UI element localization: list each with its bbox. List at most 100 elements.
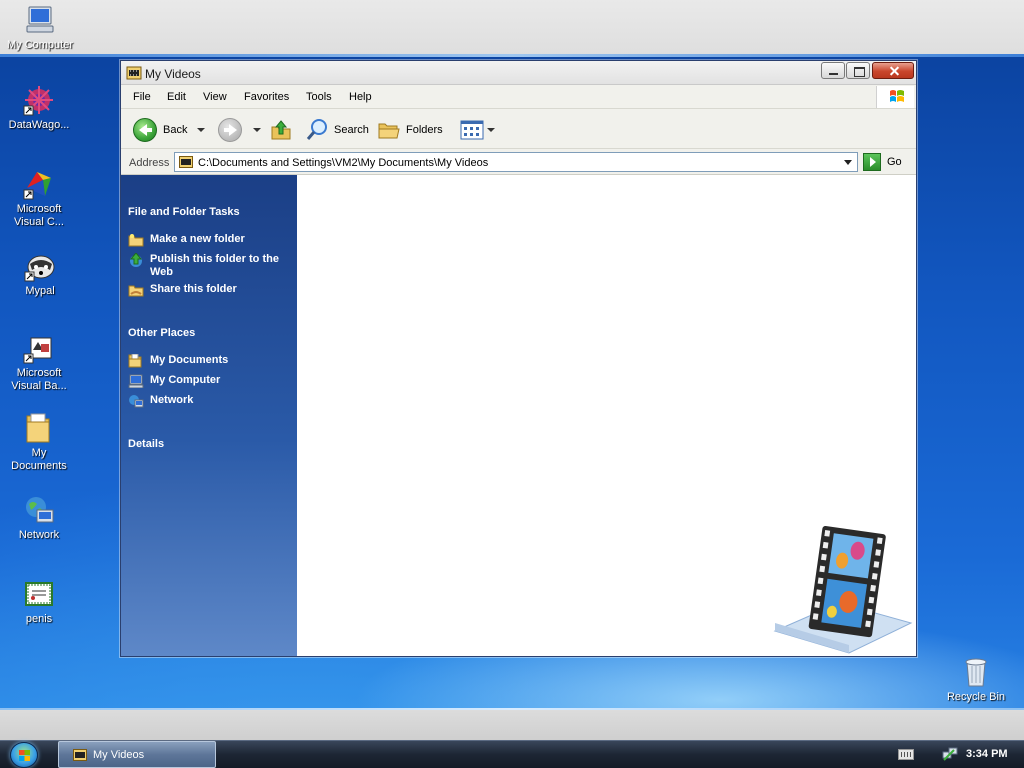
windows-logo	[876, 86, 914, 108]
folders-button[interactable]: Folders	[377, 117, 443, 143]
desktop-icon-visual-basic[interactable]: Microsoft Visual Ba...	[1, 332, 77, 393]
back-label: Back	[163, 124, 188, 136]
details-heading[interactable]: Details	[128, 438, 164, 450]
address-dropdown[interactable]	[841, 155, 855, 169]
back-arrow-icon	[133, 118, 157, 142]
desktop-icon-label: DataWago...	[8, 119, 70, 131]
place-my-documents[interactable]: My Documents	[128, 354, 293, 368]
place-network[interactable]: Network	[128, 394, 293, 408]
desktop-icon-visual-c[interactable]: Microsoft Visual C...	[1, 168, 77, 229]
address-input[interactable]: C:\Documents and Settings\VM2\My Documen…	[174, 152, 858, 172]
publish-web-icon	[129, 253, 143, 267]
back-history-dropdown[interactable]	[197, 117, 205, 143]
address-bar: Address C:\Documents and Settings\VM2\My…	[121, 149, 916, 175]
task-publish-folder[interactable]: Publish this folder to the Web	[128, 253, 293, 279]
desktop-icon-label: My Documents	[11, 447, 67, 472]
menu-favorites[interactable]: Favorites	[244, 91, 289, 103]
desktop-icon-recycle-bin[interactable]: Recycle Bin	[937, 656, 1015, 704]
other-places-heading[interactable]: Other Places	[128, 327, 195, 339]
network-icon	[129, 395, 144, 408]
up-folder-button[interactable]	[269, 117, 293, 143]
film-folder-icon	[179, 156, 193, 168]
task-pane: File and Folder Tasks Make a new folder …	[121, 175, 297, 656]
search-label: Search	[334, 124, 369, 136]
explorer-window[interactable]: My Videos File Edit View Favorites Tools…	[120, 60, 917, 657]
my-videos-watermark-icon	[773, 526, 913, 654]
file-folder-tasks-heading[interactable]: File and Folder Tasks	[128, 206, 240, 218]
chevron-down-icon	[197, 128, 205, 132]
folder-content-area[interactable]	[297, 175, 916, 656]
task-label: Share this folder	[150, 283, 237, 295]
taskbar: My Videos 3:34 PM	[0, 740, 1024, 768]
menu-view[interactable]: View	[203, 91, 227, 103]
forward-button[interactable]	[218, 117, 242, 143]
desktop-icon-penis[interactable]: penis	[1, 578, 77, 626]
go-label: Go	[887, 156, 902, 168]
desktop-icon-label: Network	[18, 529, 60, 541]
visual-basic-icon	[23, 332, 55, 364]
toolbar: Back Search Folders	[121, 109, 916, 149]
go-arrow-icon	[863, 153, 881, 171]
desktop-icon-label: Mypal	[25, 285, 55, 297]
start-button[interactable]	[10, 742, 38, 768]
desktop-icon-network[interactable]: Network	[1, 494, 77, 542]
place-my-computer[interactable]: My Computer	[128, 374, 293, 388]
document-icon	[23, 578, 55, 610]
search-button[interactable]: Search	[305, 117, 369, 143]
address-label: Address	[129, 157, 170, 169]
mypal-icon	[24, 250, 56, 282]
windows-flag-icon	[890, 90, 904, 102]
forward-history-dropdown[interactable]	[253, 117, 261, 143]
taskbar-button-label: My Videos	[93, 748, 145, 761]
network-tray-icon[interactable]	[942, 746, 958, 762]
desktop-icon-mypal[interactable]: Mypal	[2, 250, 78, 298]
computer-icon	[24, 4, 56, 36]
recycle-bin-icon	[960, 656, 992, 688]
datawagon-icon	[23, 84, 55, 116]
menu-bar: File Edit View Favorites Tools Help	[121, 85, 916, 109]
taskbar-button-my-videos[interactable]: My Videos	[58, 741, 216, 768]
desktop-icon-my-computer[interactable]: My Computer	[2, 4, 78, 52]
my-computer-icon	[128, 374, 144, 388]
system-clock[interactable]: 3:34 PM	[966, 748, 1008, 760]
chevron-down-icon	[253, 128, 261, 132]
film-folder-icon	[126, 66, 142, 80]
up-folder-icon	[271, 120, 291, 140]
place-label: Network	[150, 394, 194, 406]
desktop-top-band	[0, 0, 1024, 56]
task-label: Make a new folder	[150, 233, 245, 245]
network-icon	[23, 494, 55, 526]
menu-help[interactable]: Help	[349, 91, 372, 103]
place-label: My Computer	[150, 374, 221, 386]
desktop-icon-label: Recycle Bin	[946, 691, 1006, 703]
task-make-new-folder[interactable]: Make a new folder	[128, 233, 293, 247]
folder-icon	[23, 412, 55, 444]
my-documents-icon	[128, 354, 142, 368]
minimize-button[interactable]	[821, 62, 845, 79]
title-bar[interactable]: My Videos	[121, 61, 916, 85]
visual-c-icon	[23, 168, 55, 200]
task-label: Publish this folder to the Web	[150, 253, 279, 278]
views-grid-icon	[460, 120, 484, 140]
place-label: My Documents	[150, 354, 229, 366]
keyboard-icon[interactable]	[898, 749, 914, 760]
menu-edit[interactable]: Edit	[167, 91, 186, 103]
desktop-icon-label: Microsoft Visual Ba...	[11, 367, 67, 392]
desktop-bottom-band	[0, 710, 1024, 740]
desktop-icon-label: Microsoft Visual C...	[14, 203, 64, 228]
desktop-icon-label: My Computer	[6, 39, 74, 51]
desktop-icon-datawagon[interactable]: DataWago...	[1, 84, 77, 132]
menu-file[interactable]: File	[133, 91, 151, 103]
share-folder-icon	[128, 285, 144, 297]
window-title: My Videos	[145, 67, 201, 81]
views-button[interactable]	[460, 117, 495, 143]
back-button[interactable]: Back	[133, 117, 187, 143]
menu-tools[interactable]: Tools	[306, 91, 332, 103]
address-value: C:\Documents and Settings\VM2\My Documen…	[198, 157, 489, 169]
go-button[interactable]: Go	[863, 153, 913, 171]
maximize-button[interactable]	[846, 62, 870, 79]
close-button[interactable]	[872, 62, 914, 79]
task-share-folder[interactable]: Share this folder	[128, 283, 293, 297]
new-folder-icon	[128, 234, 144, 247]
desktop-icon-my-documents[interactable]: My Documents	[1, 412, 77, 473]
